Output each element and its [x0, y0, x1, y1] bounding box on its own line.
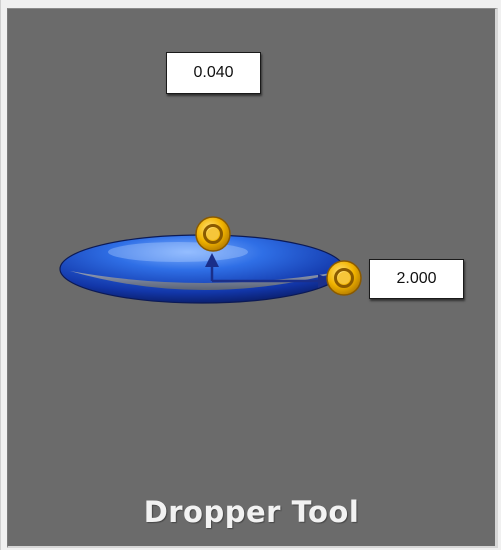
dropper-tool-window: 0.040 2.000 Dropper Tool [0, 0, 501, 550]
tool-name-label: Dropper Tool [143, 495, 360, 529]
height-handle-icon[interactable] [195, 216, 231, 252]
height-value-field[interactable]: 0.040 [166, 52, 261, 94]
tool-panel: 0.040 2.000 Dropper Tool [7, 8, 498, 548]
radius-handle-icon[interactable] [326, 260, 362, 296]
radius-value-field[interactable]: 2.000 [369, 259, 464, 299]
